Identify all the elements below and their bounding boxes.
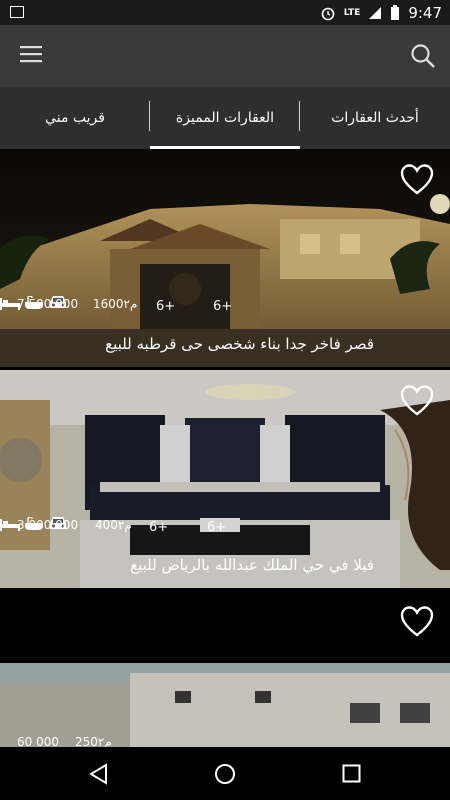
tab-bar: أحدث العقارات العقارات المميزة قريب مني: [0, 87, 450, 149]
price: 3 000 000: [17, 518, 79, 532]
tab-nearby-label: قريب مني: [45, 110, 105, 126]
listing-card[interactable]: 60 000 250م٢: [0, 591, 450, 747]
signal-icon: [369, 6, 382, 19]
listing-card[interactable]: 7 500 000 1600م٢ 6+ 6+ قصر فاخر جدا بناء…: [0, 149, 450, 367]
area: 250م٢: [75, 735, 112, 747]
tab-latest-label: أحدث العقارات: [331, 110, 419, 126]
clock: 9:47: [408, 3, 442, 22]
tab-nearby[interactable]: قريب مني: [0, 87, 150, 149]
heart-icon[interactable]: [400, 163, 434, 197]
search-icon[interactable]: [410, 43, 436, 69]
area: 400م٢: [95, 518, 132, 532]
listing-title: قصر فاخر جدا بناء شخصى حى قرطبه للبيع: [105, 335, 374, 353]
status-bar: LTE 9:47: [0, 0, 450, 25]
home-icon[interactable]: [214, 763, 236, 785]
listing-stats: 7 500 000 1600م٢ 6+ 6+: [0, 294, 450, 314]
recents-icon[interactable]: [342, 764, 361, 783]
tab-latest[interactable]: أحدث العقارات: [300, 87, 450, 149]
network-label: LTE: [343, 7, 361, 18]
price: 60 000: [17, 735, 59, 747]
tab-featured-label: العقارات المميزة: [175, 110, 275, 126]
back-icon[interactable]: [88, 763, 110, 785]
bathrooms-count: 6+: [207, 520, 227, 535]
area: 1600م٢: [93, 297, 138, 311]
tab-featured[interactable]: العقارات المميزة: [150, 87, 300, 149]
heart-icon[interactable]: [400, 384, 434, 418]
navigation-bar: [0, 747, 450, 800]
bathrooms-count: 6+: [213, 299, 233, 314]
battery-icon: [391, 4, 400, 20]
price: 7 500 000: [17, 297, 79, 311]
listing-card[interactable]: 3 000 000 400م٢ 6+ 6+ فيلا في حي الملك ع…: [0, 370, 450, 588]
app-bar: [0, 25, 450, 87]
heart-icon[interactable]: [400, 605, 434, 639]
bedrooms-count: 6+: [156, 299, 176, 314]
bedrooms-count: 6+: [149, 520, 169, 535]
alarm-icon: [321, 7, 335, 20]
listing-photo: [0, 591, 450, 747]
listing-stats: 3 000 000 400م٢ 6+ 6+: [0, 515, 450, 535]
menu-icon[interactable]: [20, 45, 42, 63]
listing-title: فيلا في حي الملك عبدالله بالرياض للبيع: [130, 556, 374, 574]
listing-stats: 60 000 250م٢: [0, 735, 450, 747]
gallery-notification-icon: [10, 6, 24, 18]
